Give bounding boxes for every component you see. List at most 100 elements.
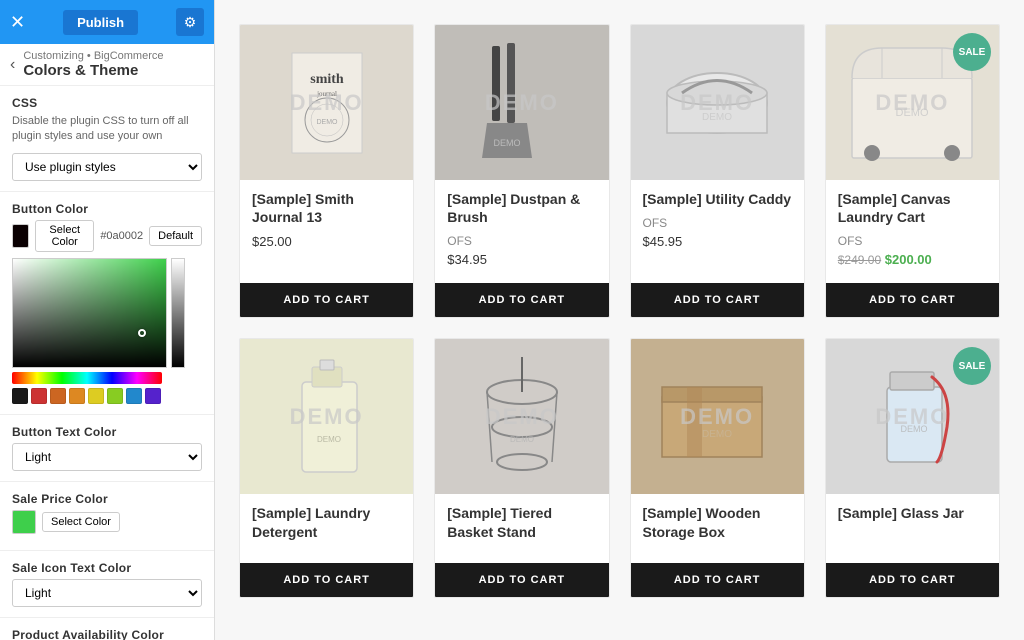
product-card: DEMO DEMO [Sample] Wooden Storage Box AD… — [630, 338, 805, 597]
gradient-dot — [138, 329, 146, 337]
svg-text:DEMO: DEMO — [896, 107, 929, 119]
product-image: DEMO SALE DEMO — [826, 25, 999, 180]
product-card: DEMO SALE DEMO [Sample] Glass Jar ADD TO… — [825, 338, 1000, 597]
product-info: [Sample] Smith Journal 13 $25.00 — [240, 180, 413, 275]
add-to-cart-button[interactable]: ADD TO CART — [631, 563, 804, 597]
add-to-cart-button[interactable]: ADD TO CART — [435, 563, 608, 597]
product-info: [Sample] Glass Jar — [826, 494, 999, 554]
product-price: $45.95 — [643, 234, 792, 249]
product-name: [Sample] Wooden Storage Box — [643, 504, 792, 540]
color-swatch-dot[interactable] — [12, 388, 28, 404]
products-grid: smith journal DEMO DEMO [Sample] Smith J… — [239, 24, 1000, 598]
button-default-button[interactable]: Default — [149, 226, 202, 246]
product-image: DEMO DEMO — [435, 339, 608, 494]
color-swatch-dot[interactable] — [145, 388, 161, 404]
button-color-swatch[interactable] — [12, 224, 29, 248]
product-card: smith journal DEMO DEMO [Sample] Smith J… — [239, 24, 414, 318]
product-image: smith journal DEMO DEMO — [240, 25, 413, 180]
product-card: DEMO DEMO [Sample] Dustpan & Brush OFS $… — [434, 24, 609, 318]
sale-price-color-row: Select Color — [12, 510, 202, 534]
button-text-color-select[interactable]: Light — [12, 443, 202, 471]
svg-text:DEMO: DEMO — [316, 119, 338, 126]
add-to-cart-button[interactable]: ADD TO CART — [826, 563, 999, 597]
add-to-cart-button[interactable]: ADD TO CART — [826, 283, 999, 317]
product-card: DEMO DEMO [Sample] Laundry Detergent ADD… — [239, 338, 414, 597]
svg-text:DEMO: DEMO — [493, 138, 520, 148]
color-swatch-dot[interactable] — [50, 388, 66, 404]
button-select-color-button[interactable]: Select Color — [35, 220, 94, 252]
product-info: [Sample] Dustpan & Brush OFS $34.95 — [435, 180, 608, 275]
svg-text:smith: smith — [310, 72, 344, 87]
product-availability-color-section: Product Availability Color Select Color — [0, 618, 214, 640]
button-color-label: Button Color — [12, 202, 202, 216]
product-card: DEMO DEMO [Sample] Tiered Basket Stand A… — [434, 338, 609, 597]
sale-price-color-label: Sale Price Color — [12, 492, 202, 506]
sidebar-header: ✕ Publish ⚙ — [0, 0, 214, 44]
gear-button[interactable]: ⚙ — [176, 8, 204, 36]
product-info: [Sample] Canvas Laundry Cart OFS $249.00… — [826, 180, 999, 275]
product-image: DEMO DEMO — [631, 339, 804, 494]
close-sidebar-button[interactable]: ✕ — [10, 13, 25, 31]
product-price: $34.95 — [447, 252, 596, 267]
product-image: DEMO SALE DEMO — [826, 339, 999, 494]
color-swatch-dot[interactable] — [69, 388, 85, 404]
gradient-main[interactable] — [12, 258, 167, 368]
css-section: CSS Disable the plugin CSS to turn off a… — [0, 86, 214, 192]
product-name: [Sample] Dustpan & Brush — [447, 190, 596, 226]
sale-icon-text-color-section: Sale Icon Text Color Light — [0, 551, 214, 618]
hue-bar[interactable] — [12, 372, 162, 384]
button-color-row: Select Color #0a0002 Default — [12, 220, 202, 252]
brightness-slider[interactable] — [171, 258, 185, 368]
publish-button[interactable]: Publish — [63, 10, 138, 35]
product-name: [Sample] Glass Jar — [838, 504, 987, 522]
add-to-cart-button[interactable]: ADD TO CART — [631, 283, 804, 317]
add-to-cart-button[interactable]: ADD TO CART — [435, 283, 608, 317]
css-description: Disable the plugin CSS to turn off all p… — [12, 114, 202, 145]
button-text-color-section: Button Text Color Light — [0, 415, 214, 482]
svg-text:DEMO: DEMO — [510, 435, 534, 444]
button-color-section: Button Color Select Color #0a0002 Defaul… — [0, 192, 214, 415]
product-card: DEMO DEMO [Sample] Utility Caddy OFS $45… — [630, 24, 805, 318]
svg-text:journal: journal — [316, 90, 337, 98]
product-ofs: OFS — [643, 216, 792, 230]
color-swatch-dot[interactable] — [107, 388, 123, 404]
product-name: [Sample] Smith Journal 13 — [252, 190, 401, 226]
product-name: [Sample] Utility Caddy — [643, 190, 792, 208]
add-to-cart-button[interactable]: ADD TO CART — [240, 563, 413, 597]
original-price: $249.00 — [838, 253, 881, 267]
sale-price: $200.00 — [885, 252, 932, 267]
product-ofs: OFS — [838, 234, 987, 248]
page-title: Colors & Theme — [23, 62, 163, 79]
breadcrumb-info: Customizing • BigCommerce Colors & Theme — [23, 50, 163, 79]
svg-text:DEMO: DEMO — [702, 112, 732, 123]
sale-badge: SALE — [953, 33, 991, 71]
product-price: $25.00 — [252, 234, 401, 249]
product-name: [Sample] Canvas Laundry Cart — [838, 190, 987, 226]
back-button[interactable]: ‹ — [10, 56, 15, 74]
sale-icon-text-color-select[interactable]: Light — [12, 579, 202, 607]
sidebar-breadcrumb-area: ‹ Customizing • BigCommerce Colors & The… — [0, 44, 214, 86]
product-image: DEMO DEMO — [631, 25, 804, 180]
color-swatches-row — [12, 388, 192, 404]
color-picker[interactable] — [12, 258, 202, 404]
color-swatch-dot[interactable] — [31, 388, 47, 404]
sale-price-select-color-button[interactable]: Select Color — [42, 512, 120, 532]
product-name: [Sample] Tiered Basket Stand — [447, 504, 596, 540]
button-hex-value: #0a0002 — [100, 230, 143, 242]
color-swatch-dot[interactable] — [126, 388, 142, 404]
product-ofs: OFS — [447, 234, 596, 248]
svg-text:DEMO: DEMO — [702, 429, 732, 440]
product-availability-label: Product Availability Color — [12, 628, 202, 640]
svg-text:DEMO: DEMO — [901, 424, 928, 434]
product-image: DEMO DEMO — [240, 339, 413, 494]
gradient-wrapper — [12, 258, 192, 368]
product-info: [Sample] Tiered Basket Stand — [435, 494, 608, 554]
color-swatch-dot[interactable] — [88, 388, 104, 404]
sale-price-swatch[interactable] — [12, 510, 36, 534]
add-to-cart-button[interactable]: ADD TO CART — [240, 283, 413, 317]
button-text-color-label: Button Text Color — [12, 425, 202, 439]
product-info: [Sample] Utility Caddy OFS $45.95 — [631, 180, 804, 275]
sale-badge: SALE — [953, 347, 991, 385]
plugin-style-select[interactable]: Use plugin styles — [12, 153, 202, 181]
main-content: smith journal DEMO DEMO [Sample] Smith J… — [215, 0, 1024, 640]
